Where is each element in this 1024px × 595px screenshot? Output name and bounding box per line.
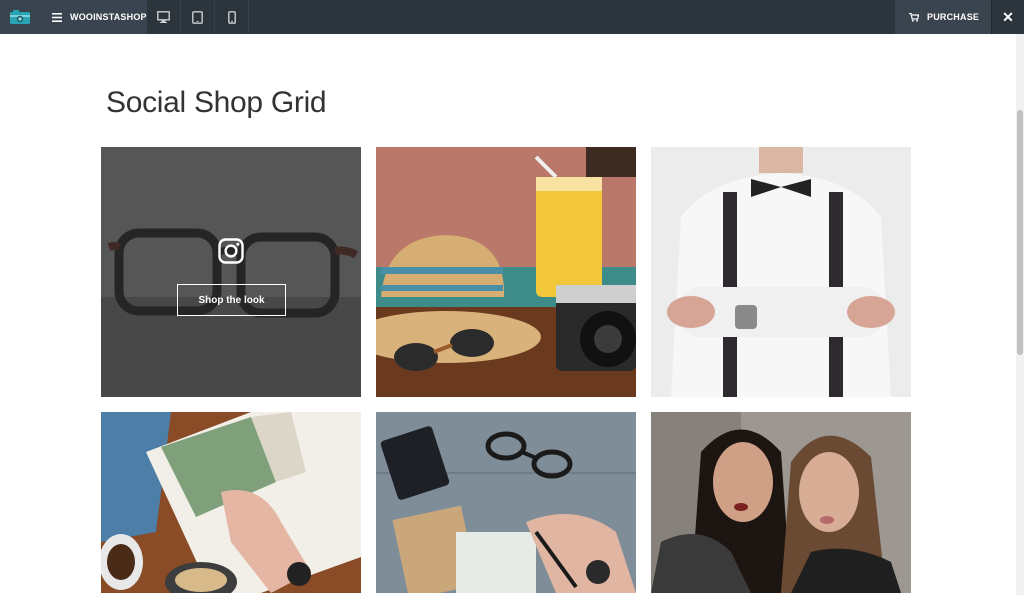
desktop-view-button[interactable] xyxy=(147,0,181,34)
hamburger-icon xyxy=(52,12,62,22)
purchase-label: PURCHASE xyxy=(927,12,980,22)
man-suspenders-bowtie-image xyxy=(651,147,911,397)
grid-tile-two-women-portrait[interactable] xyxy=(651,412,911,593)
mobile-view-button[interactable] xyxy=(215,0,249,34)
grid-tile-eyeglasses[interactable]: Shop the look xyxy=(101,147,361,397)
camera-logo-icon xyxy=(10,10,30,24)
content-area: Social Shop Grid Shop the look xyxy=(0,34,1016,595)
tablet-view-button[interactable] xyxy=(181,0,215,34)
mobile-icon xyxy=(227,10,236,24)
magazine-coffee-image xyxy=(101,412,361,593)
grid-tile-notebook-glasses-letter[interactable] xyxy=(376,412,636,593)
cart-icon xyxy=(909,12,919,22)
grid-tile-straw-hat-camera-juice[interactable] xyxy=(376,147,636,397)
desktop-icon xyxy=(157,11,170,23)
page-title: Social Shop Grid xyxy=(106,86,327,119)
grid-tile-man-suspenders-bowtie[interactable] xyxy=(651,147,911,397)
top-toolbar: WOOINSTASHOP PURCHASE ✕ xyxy=(0,0,1024,34)
close-icon: ✕ xyxy=(1002,8,1014,25)
purchase-button[interactable]: PURCHASE xyxy=(895,0,991,34)
instagram-icon xyxy=(218,238,244,264)
straw-hat-camera-juice-image xyxy=(376,147,636,397)
shop-the-look-button[interactable]: Shop the look xyxy=(177,284,286,316)
notebook-glasses-letter-image xyxy=(376,412,636,593)
two-women-portrait-image xyxy=(651,412,911,593)
tablet-icon xyxy=(192,10,203,24)
app-menu-button[interactable]: WOOINSTASHOP xyxy=(40,0,147,34)
scrollbar-thumb[interactable] xyxy=(1017,110,1023,355)
brand-label: WOOINSTASHOP xyxy=(70,12,147,22)
hover-overlay: Shop the look xyxy=(101,147,361,397)
grid-tile-magazine-coffee[interactable] xyxy=(101,412,361,593)
close-button[interactable]: ✕ xyxy=(992,0,1024,34)
app-logo[interactable] xyxy=(0,0,40,34)
